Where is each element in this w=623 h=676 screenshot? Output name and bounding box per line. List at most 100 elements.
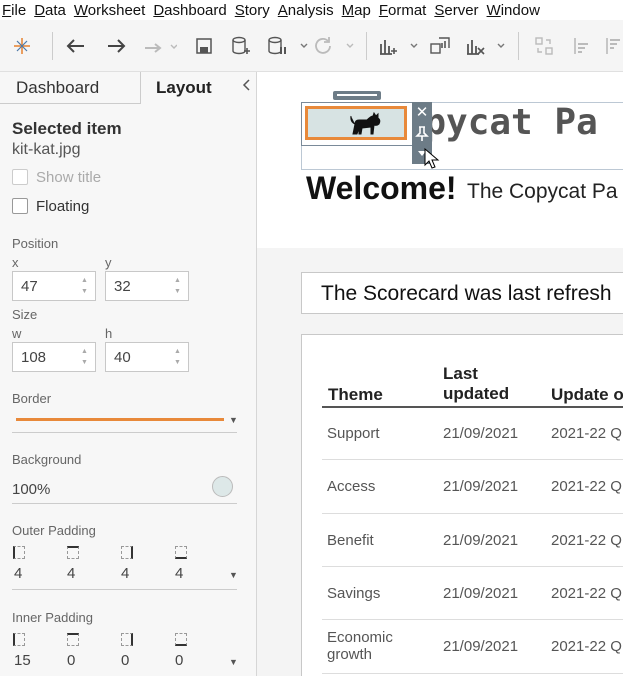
swap-icon[interactable] [532,34,556,58]
cell-theme: Benefit [327,532,374,549]
show-title-checkbox[interactable] [12,169,28,185]
redo-icon[interactable] [104,34,128,58]
selected-item-heading: Selected item [12,119,122,138]
cell-update-of: 2021-22 Q [551,478,622,495]
pin-icon[interactable] [412,123,432,143]
tab-layout[interactable]: Layout [141,72,256,104]
row-divider [322,619,623,620]
outer-padding-right[interactable]: 4 [121,565,129,582]
undo-icon[interactable] [64,34,88,58]
menu-data[interactable]: Data [32,2,72,19]
show-title-label: Show title [36,169,102,186]
menu-story[interactable]: Story [233,2,276,19]
dashboard-canvas: Copycat Pa ✕ Welcome! The Copycat Pa The… [257,72,623,676]
cell-last-updated: 21/09/2021 [443,532,519,549]
spin-up-icon[interactable]: ▲ [81,348,91,356]
border-label: Border [12,391,52,406]
menu-server[interactable]: Server [432,2,484,19]
toolbar [0,20,623,72]
tab-dashboard[interactable]: Dashboard [0,72,141,104]
new-sheet-icon[interactable] [378,34,422,58]
save-icon[interactable] [192,34,216,58]
padding-top-icon [67,633,79,646]
outer-padding-top[interactable]: 4 [67,565,75,582]
spin-down-icon[interactable]: ▼ [81,359,91,367]
spin-up-icon[interactable]: ▲ [174,348,184,356]
inner-padding-label: Inner Padding [12,610,93,625]
cell-theme: Access [327,478,376,495]
mouse-cursor-icon [424,148,440,169]
pause-icon[interactable] [266,34,310,58]
padding-right-icon [121,546,133,559]
row-divider [322,459,623,460]
spin-down-icon[interactable]: ▼ [81,288,91,296]
sort-ascending-icon[interactable] [570,34,594,58]
refresh-icon[interactable] [314,34,358,58]
replay-icon[interactable] [142,34,178,58]
size-h-field[interactable]: 40 ▲ ▼ [105,342,189,372]
background-opacity-value[interactable]: 100% [12,481,50,498]
menu-format[interactable]: Format [377,2,433,19]
spin-down-icon[interactable]: ▼ [174,359,184,367]
spin-down-icon[interactable]: ▼ [174,288,184,296]
collapse-panel-icon[interactable] [242,78,250,95]
floating-label: Floating [36,198,90,215]
inner-padding-bottom[interactable]: 0 [175,652,183,669]
duplicate-icon[interactable] [428,34,452,58]
tableau-logo-icon[interactable] [10,34,34,58]
row-divider [322,566,623,567]
floating-checkbox[interactable] [12,198,28,214]
selected-item-filename: kit-kat.jpg [12,141,81,158]
menu-analysis[interactable]: Analysis [276,2,340,19]
position-y-label: y [105,255,112,270]
close-icon[interactable]: ✕ [412,103,432,123]
outer-padding-bottom[interactable]: 4 [175,565,183,582]
border-style-swatch[interactable] [16,418,224,421]
outer-padding-left[interactable]: 4 [14,565,22,582]
menu-map[interactable]: Map [340,2,377,19]
clear-icon[interactable] [465,34,509,58]
inner-padding-right[interactable]: 0 [121,652,129,669]
header-rule [322,406,623,408]
refresh-notice[interactable]: The Scorecard was last refresh [301,272,623,314]
position-x-field[interactable]: 47 ▲ ▼ [12,271,96,301]
background-color-swatch[interactable] [212,476,233,497]
menu-bar: File Data Worksheet Dashboard Story Anal… [0,0,623,20]
size-w-label: w [12,326,22,341]
background-label: Background [12,452,82,467]
inner-padding-left[interactable]: 15 [14,652,31,669]
menu-file[interactable]: File [0,2,32,19]
move-handle-icon[interactable] [333,91,381,100]
inner-padding-top[interactable]: 0 [67,652,75,669]
dashboard-header: Copycat Pa ✕ Welcome! The Copycat Pa [257,72,623,248]
size-w-value: 108 [21,349,47,366]
position-x-value: 47 [21,278,38,295]
layout-panel: Dashboard Layout Selected item kit-kat.j… [0,72,257,676]
border-dropdown-icon[interactable]: ▼ [229,415,238,425]
divider [12,589,237,590]
divider [12,432,237,433]
position-y-value: 32 [114,278,131,295]
sort-descending-icon[interactable] [604,34,623,58]
size-w-field[interactable]: 108 ▲ ▼ [12,342,96,372]
menu-worksheet[interactable]: Worksheet [72,2,151,19]
cell-last-updated: 21/09/2021 [443,478,519,495]
inner-padding-dropdown-icon[interactable]: ▼ [229,657,238,667]
divider [12,503,237,504]
menu-window[interactable]: Window [485,2,546,19]
position-y-field[interactable]: 32 ▲ ▼ [105,271,189,301]
cell-last-updated: 21/09/2021 [443,425,519,442]
spin-up-icon[interactable]: ▲ [174,277,184,285]
padding-left-icon [13,633,25,646]
outer-padding-dropdown-icon[interactable]: ▼ [229,570,238,580]
spin-up-icon[interactable]: ▲ [81,277,91,285]
cell-update-of: 2021-22 Q [551,585,622,602]
new-datasource-icon[interactable] [229,34,253,58]
position-label: Position [12,236,59,251]
scorecard-table[interactable]: Theme Last updated Update o Support 21/0… [301,334,623,676]
size-h-label: h [105,326,113,341]
padding-right-icon [121,633,133,646]
menu-dashboard[interactable]: Dashboard [151,2,232,19]
refresh-text: The Scorecard was last refresh [321,282,612,305]
panel-tabs: Dashboard Layout [0,72,256,104]
